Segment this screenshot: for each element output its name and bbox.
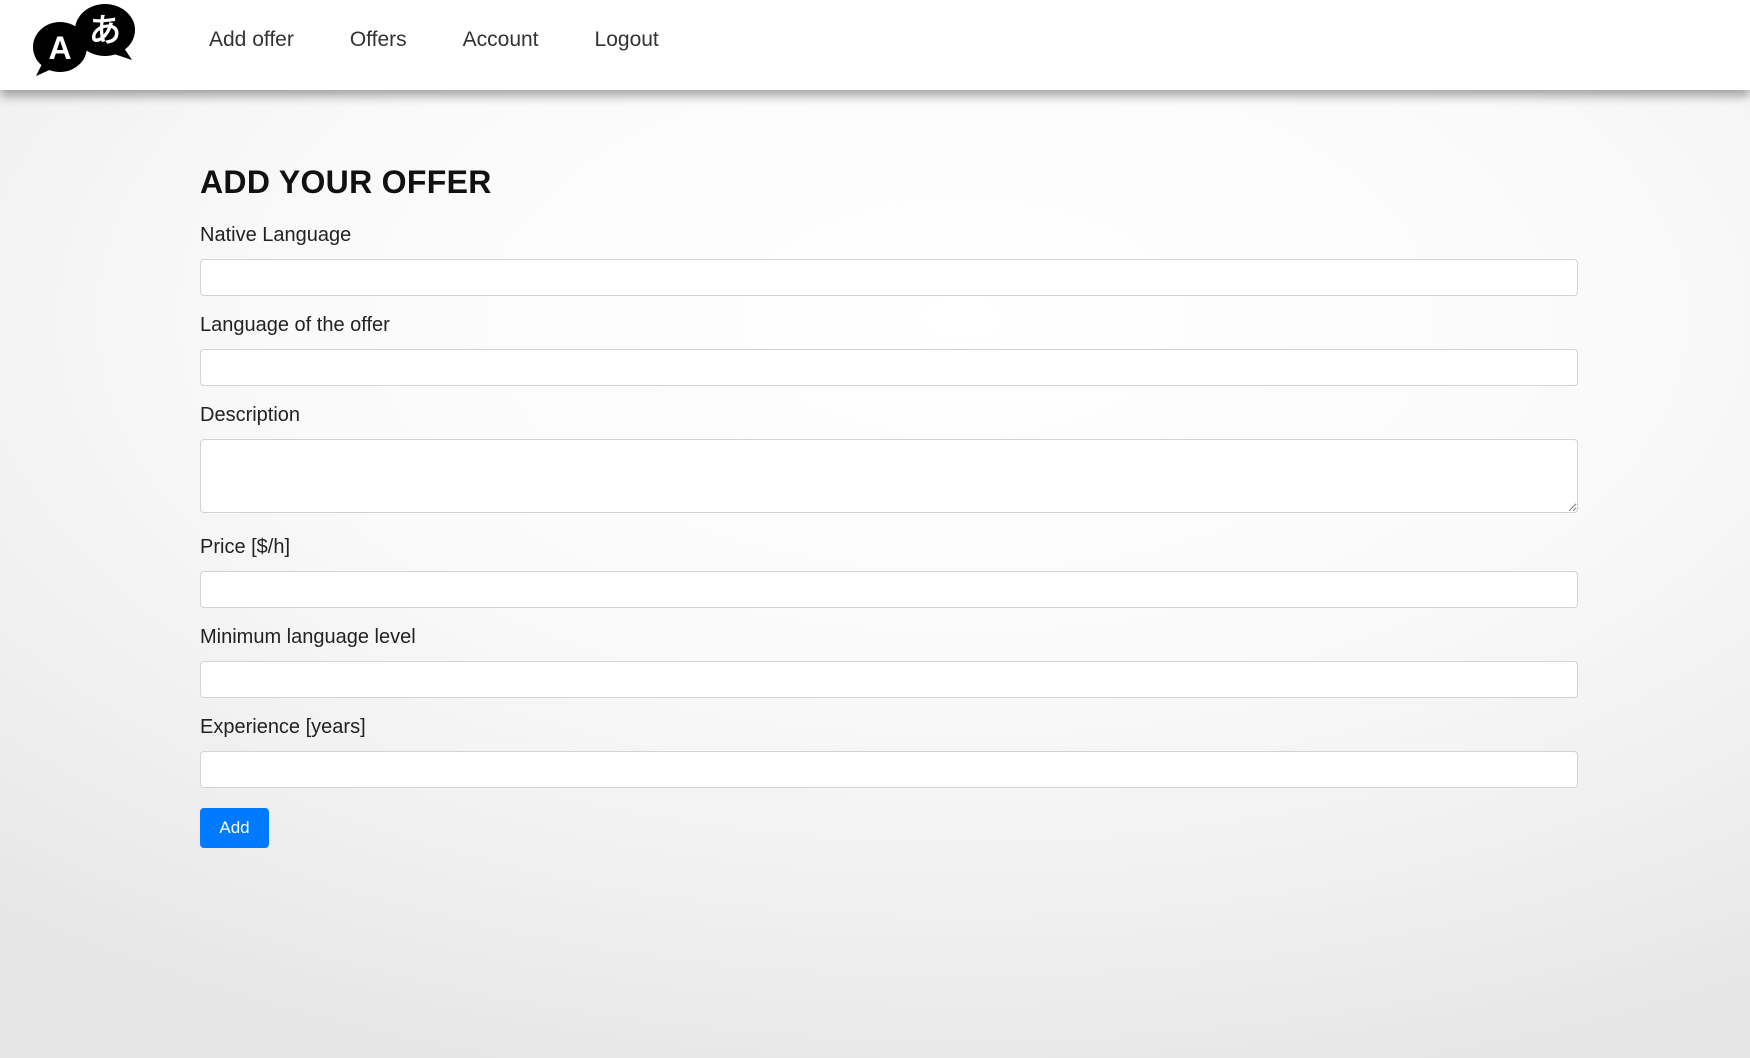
nav-account[interactable]: Account xyxy=(463,28,539,52)
description-label: Description xyxy=(200,404,301,426)
offer-language-input[interactable] xyxy=(200,349,1578,386)
page-title: ADD YOUR OFFER xyxy=(200,164,492,200)
description-textarea[interactable] xyxy=(200,439,1578,513)
experience-label: Experience [years] xyxy=(200,716,366,738)
top-navbar: A あ Add offer Offers Account Logout xyxy=(0,0,1750,90)
native-language-label: Native Language xyxy=(200,224,352,246)
price-input[interactable] xyxy=(200,571,1578,608)
price-label: Price [$/h] xyxy=(200,536,291,558)
logo-letter-hiragana: あ xyxy=(89,11,121,49)
min-language-level-input[interactable] xyxy=(200,661,1578,698)
native-language-input[interactable] xyxy=(200,259,1578,296)
nav-add-offer[interactable]: Add offer xyxy=(209,28,294,52)
main-nav: Add offer Offers Account Logout xyxy=(209,0,715,80)
logo-letter-a: A xyxy=(48,30,71,66)
add-offer-button[interactable]: Add xyxy=(200,808,269,848)
translate-logo-icon[interactable]: A あ xyxy=(32,2,136,78)
offer-language-label: Language of the offer xyxy=(200,314,390,336)
experience-input[interactable] xyxy=(200,751,1578,788)
nav-logout[interactable]: Logout xyxy=(595,28,659,52)
nav-offers[interactable]: Offers xyxy=(350,28,407,52)
min-language-level-label: Minimum language level xyxy=(200,626,416,648)
